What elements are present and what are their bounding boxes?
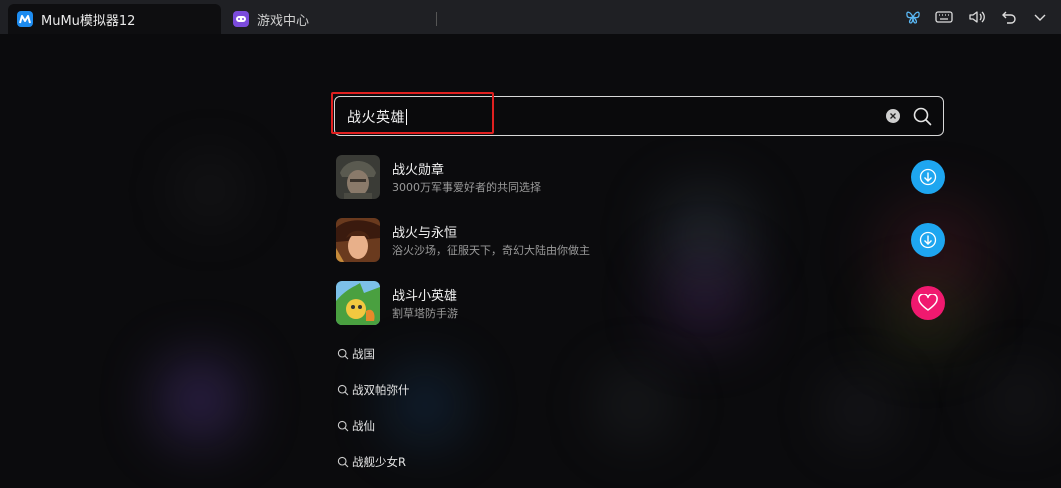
suggestion-label: 战仙 — [352, 419, 375, 433]
suggestion-item[interactable]: 战仙 — [337, 418, 375, 434]
volume-icon[interactable] — [966, 7, 988, 27]
gamepad-icon — [233, 11, 249, 27]
chevron-down-icon[interactable] — [1029, 7, 1051, 27]
search-icon — [337, 456, 349, 468]
suggestion-label: 战双帕弥什 — [352, 383, 410, 397]
tab-divider — [436, 12, 437, 26]
clear-search-button[interactable] — [886, 109, 900, 123]
search-icon — [337, 348, 349, 360]
suggestion-item[interactable]: 战舰少女R — [337, 454, 406, 470]
game-thumbnail — [336, 281, 380, 325]
annotation-highlight-box — [331, 92, 494, 134]
suggestion-label: 战国 — [352, 347, 375, 361]
game-name: 战火勋章 — [392, 163, 445, 178]
search-icon — [913, 107, 932, 126]
tab-label: MuMu模拟器12 — [41, 13, 136, 29]
close-icon — [890, 113, 896, 119]
keyboard-icon[interactable] — [933, 7, 955, 27]
game-description: 割草塔防手游 — [392, 307, 458, 320]
game-thumbnail — [336, 155, 380, 199]
search-icon — [337, 420, 349, 432]
game-description: 浴火沙场，征服天下，奇幻大陆由你做主 — [392, 244, 590, 257]
result-item[interactable]: 战火勋章 3000万军事爱好者的共同选择 — [336, 155, 945, 199]
tab-mumu-emulator[interactable]: MuMu模拟器12 — [8, 4, 221, 34]
game-name: 战斗小英雄 — [392, 289, 458, 304]
back-icon[interactable] — [998, 7, 1020, 27]
suggestion-item[interactable]: 战国 — [337, 346, 375, 362]
game-thumbnail — [336, 218, 380, 262]
title-bar: MuMu模拟器12 游戏中心 — [0, 0, 1061, 34]
result-item[interactable]: 战火与永恒 浴火沙场，征服天下，奇幻大陆由你做主 — [336, 218, 945, 262]
mumu-logo-icon — [17, 11, 33, 27]
heart-icon — [918, 294, 938, 311]
suggestion-item[interactable]: 战双帕弥什 — [337, 382, 410, 398]
butterfly-icon[interactable] — [902, 7, 924, 27]
result-item[interactable]: 战斗小英雄 割草塔防手游 — [336, 281, 945, 325]
download-icon — [919, 168, 937, 186]
suggestion-label: 战舰少女R — [352, 455, 406, 469]
tab-game-center[interactable]: 游戏中心 — [229, 4, 429, 34]
download-button[interactable] — [911, 223, 945, 257]
download-button[interactable] — [911, 160, 945, 194]
search-button[interactable] — [911, 105, 933, 127]
download-icon — [919, 231, 937, 249]
tab-label: 游戏中心 — [257, 13, 310, 29]
game-description: 3000万军事爱好者的共同选择 — [392, 181, 541, 194]
search-icon — [337, 384, 349, 396]
game-name: 战火与永恒 — [392, 226, 458, 241]
favorite-button[interactable] — [911, 286, 945, 320]
